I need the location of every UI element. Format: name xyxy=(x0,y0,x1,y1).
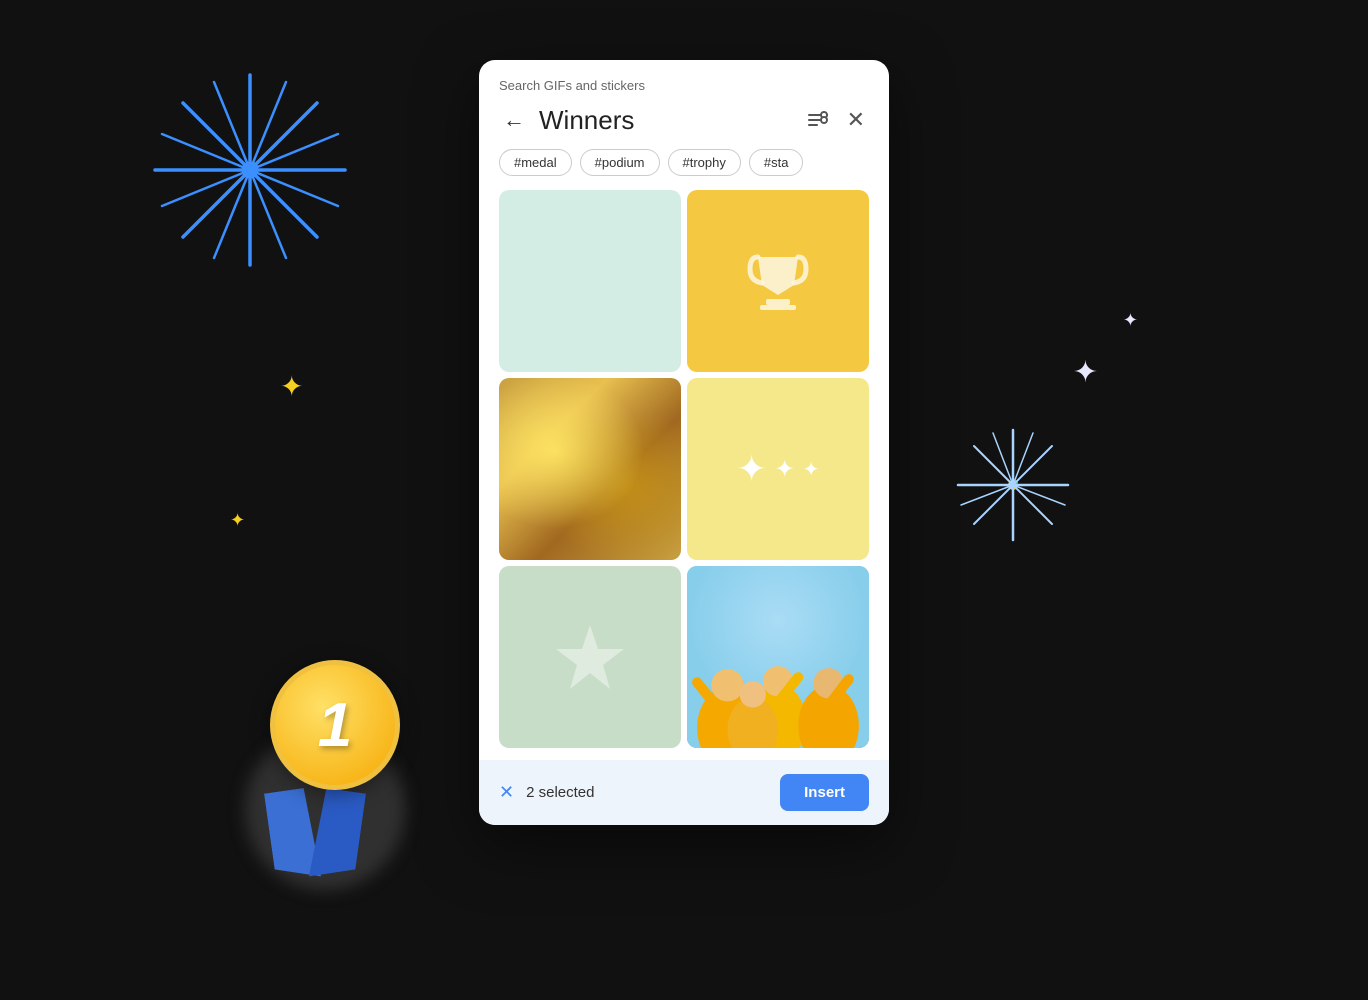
dialog-title: Winners xyxy=(539,105,793,136)
gif-cell-2[interactable] xyxy=(687,190,869,372)
insert-button[interactable]: Insert xyxy=(780,774,869,811)
filter-icon xyxy=(807,111,829,129)
sparkle-white-2: ✦ xyxy=(1123,310,1138,331)
sparkle-small-2: ✦ xyxy=(803,457,820,482)
gif-cell-1[interactable] xyxy=(499,190,681,372)
bottom-bar: ✕ 2 selected Insert xyxy=(479,760,889,825)
medal-number: 1 xyxy=(318,690,352,761)
tag-medal[interactable]: #medal xyxy=(499,149,572,176)
gif-cell-6[interactable] xyxy=(687,566,869,748)
sparkle-small-1: ✦ xyxy=(775,455,795,484)
medal-decoration: 1 xyxy=(235,640,435,880)
people-photo-bg xyxy=(687,566,869,748)
tags-row: #medal #podium #trophy #sta xyxy=(479,149,889,190)
gif-cell-3[interactable] xyxy=(499,378,681,560)
firework-blue-decoration xyxy=(140,60,360,280)
gif-cell-4[interactable]: ✦ ✦ ✦ xyxy=(687,378,869,560)
tag-trophy[interactable]: #trophy xyxy=(668,149,741,176)
close-button[interactable]: ✕ xyxy=(843,103,869,137)
clear-icon: ✕ xyxy=(499,782,514,803)
ribbon-left xyxy=(264,787,321,882)
clear-selection-button[interactable]: ✕ xyxy=(499,782,514,803)
medal-shadow xyxy=(245,730,405,890)
selected-count-text: 2 selected xyxy=(526,784,768,801)
ribbon-right xyxy=(309,787,366,882)
dialog-title-row: ← Winners ✕ xyxy=(479,99,889,149)
tag-star[interactable]: #sta xyxy=(749,149,804,176)
trophy-icon xyxy=(738,241,818,321)
sparkle-gold-1: ✦ xyxy=(280,370,303,403)
medal-ribbon xyxy=(270,780,360,880)
filter-button[interactable] xyxy=(803,107,833,133)
sparkle-white-1: ✦ xyxy=(1073,355,1098,390)
back-icon: ← xyxy=(503,107,525,133)
gif-search-dialog: Search GIFs and stickers ← Winners ✕ #me… xyxy=(479,60,889,825)
people-photo-svg xyxy=(687,566,869,748)
gold-shimmer-bg xyxy=(499,378,681,560)
medal-circle: 1 xyxy=(270,660,400,790)
sparkle-large: ✦ xyxy=(736,448,766,490)
firework-light-decoration xyxy=(948,420,1078,550)
sparkle-gold-2: ✦ xyxy=(230,510,245,531)
star-icon xyxy=(550,617,630,697)
gif-grid: ✦ ✦ ✦ xyxy=(479,190,889,748)
dialog-header-label: Search GIFs and stickers xyxy=(479,60,889,99)
tag-podium[interactable]: #podium xyxy=(580,149,660,176)
back-button[interactable]: ← xyxy=(499,105,529,135)
close-icon: ✕ xyxy=(847,107,865,133)
gif-cell-5[interactable] xyxy=(499,566,681,748)
